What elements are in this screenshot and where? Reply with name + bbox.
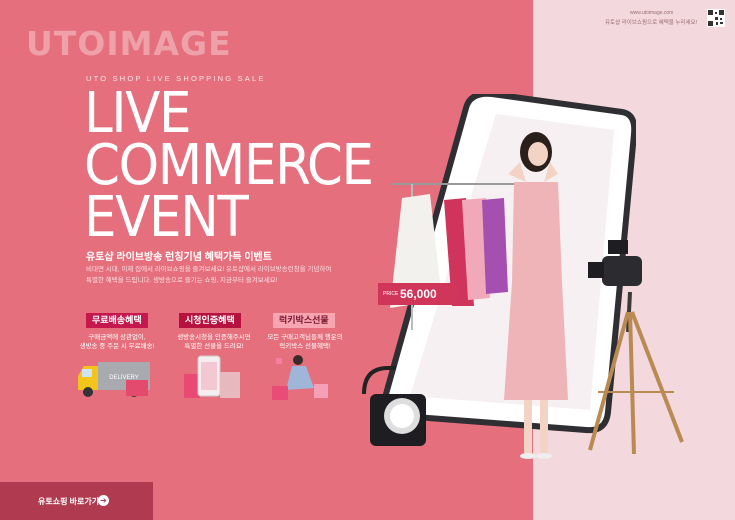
qr-code-icon[interactable]	[707, 9, 725, 27]
event-description: 비대면 시대, 이제 집에서 라이브쇼핑을 즐겨보세요! 유토샵에서 라이브방송…	[86, 264, 366, 286]
shop-now-button[interactable]: 유토쇼핑 바로가기 ➔	[0, 482, 153, 520]
benefit-desc-line: 모든 구매고객님들께 행운의	[267, 334, 343, 341]
site-url[interactable]: www.utoimage.com	[630, 10, 673, 16]
benefit-watch-proof-title: 시청인증혜택	[179, 313, 241, 328]
brand-logo: UTOIMAGE	[26, 24, 232, 63]
benefit-desc-line: 생방송 중 주문 시 무료배송!	[79, 343, 155, 350]
description-line-2: 특별한 혜택을 드립니다. 생방송으로 즐기는 쇼핑, 지금부터 즐겨보세요!	[86, 277, 278, 284]
benefit-free-shipping-desc: 구매금액에 상관없이, 생방송 중 주문 시 무료배송!	[62, 333, 172, 351]
phone-gift-illustration	[184, 355, 240, 398]
benefit-desc-line: 구매금액에 상관없이,	[88, 334, 146, 341]
event-subtitle: 유토샵 라이브방송 런칭기념 혜택가득 이벤트	[86, 252, 272, 263]
price-label: PRICE	[383, 291, 399, 297]
floor-spotlight-illustration	[362, 366, 426, 446]
header-note: 유토샵 라이브쇼핑으로 혜택을 누리세요!	[605, 20, 698, 26]
lucky-box-illustration	[272, 355, 328, 400]
benefit-lucky-box-title: 럭키박스선물	[273, 313, 335, 328]
promo-banner: UTOIMAGE www.utoimage.com 유토샵 라이브쇼핑으로 혜택…	[0, 0, 735, 520]
benefit-free-shipping-title: 무료배송혜택	[86, 313, 148, 328]
price-tag: PRICE 56,000	[378, 283, 460, 305]
presenter-woman-illustration	[504, 132, 568, 459]
shop-now-label: 유토쇼핑 바로가기	[38, 497, 100, 506]
arrow-right-icon: ➔	[98, 495, 109, 506]
headline-line-3: EVENT	[84, 185, 249, 250]
event-headline: LIVE COMMERCE EVENT	[84, 86, 398, 250]
benefit-lucky-box-desc: 모든 구매고객님들께 행운의 럭키박스 선물혜택!	[250, 333, 360, 351]
delivery-truck-icon: DELIVERY	[78, 362, 150, 397]
spotlight-tripod-illustration	[588, 240, 684, 455]
price-value: 56,000	[400, 287, 437, 301]
description-line-1: 비대면 시대, 이제 집에서 라이브쇼핑을 즐겨보세요! 유토샵에서 라이브방송…	[86, 266, 332, 273]
